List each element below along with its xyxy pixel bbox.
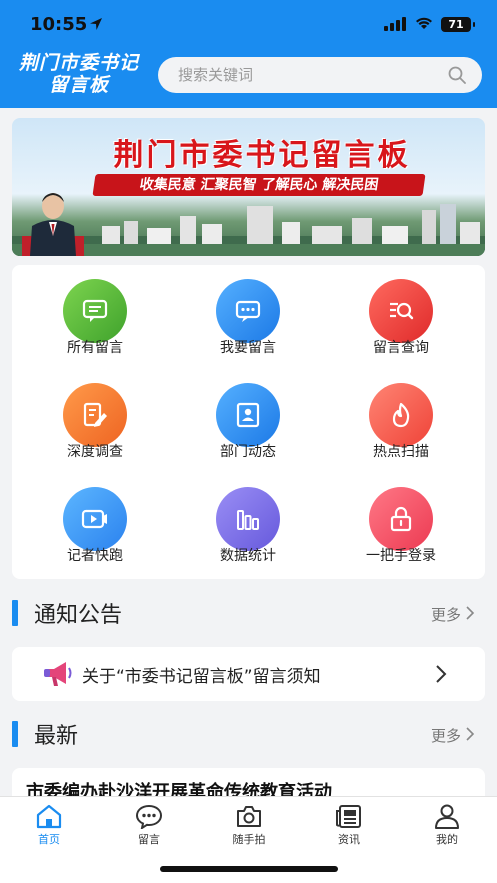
chevron-right-icon[interactable]	[465, 727, 475, 741]
grid-item-label: 记者快跑	[67, 548, 123, 564]
chat-bubble-icon	[235, 300, 261, 322]
notice-section-header: 通知公告 更多	[12, 596, 485, 630]
grid-item-label: 所有留言	[67, 340, 123, 356]
grid-item-label: 深度调查	[67, 444, 123, 460]
grid-item-message-query[interactable]: 留言查询	[326, 265, 476, 365]
status-time: 10:55	[30, 14, 88, 35]
flame-icon	[392, 402, 410, 428]
edit-pen-icon	[83, 402, 107, 427]
app-header: 10:55 71 荆门市委书记 留言板	[0, 0, 497, 108]
section-title: 最新	[34, 724, 79, 749]
megaphone-icon	[44, 662, 72, 686]
location-arrow-icon	[90, 18, 102, 30]
feature-grid: 所有留言 我要留言 留言查询 深度调查 部门动态 热点扫描 记者快跑 数据统计 …	[12, 265, 485, 579]
tab-label: 资讯	[338, 833, 360, 846]
notice-more-link[interactable]: 更多	[431, 604, 461, 625]
grid-item-statistics[interactable]: 数据统计	[173, 473, 323, 573]
message-list-icon	[82, 299, 108, 322]
search-icon[interactable]	[448, 66, 466, 84]
grid-item-department-news[interactable]: 部门动态	[173, 369, 323, 469]
lock-icon	[390, 506, 412, 532]
tab-news[interactable]: 资讯	[304, 801, 394, 846]
notice-item[interactable]: 关于“市委书记留言板”留言须知	[12, 647, 485, 701]
home-icon	[36, 804, 62, 829]
tab-label: 首页	[38, 833, 60, 846]
logo-line-1: 荆门市委书记	[18, 52, 139, 74]
grid-item-reporter-run[interactable]: 记者快跑	[20, 473, 170, 573]
tab-messages[interactable]: 留言	[104, 801, 194, 846]
promo-banner[interactable]: 荆门市委书记留言板 收集民意 汇聚民智 了解民心 解决民困	[12, 118, 485, 256]
tab-snapshot[interactable]: 随手拍	[204, 801, 294, 846]
grid-item-label: 热点扫描	[373, 444, 429, 460]
camera-icon	[237, 806, 261, 827]
grid-item-leader-login[interactable]: 一把手登录	[326, 473, 476, 573]
grid-item-hotspot-scan[interactable]: 热点扫描	[326, 369, 476, 469]
tab-label: 随手拍	[232, 833, 266, 846]
official-portrait-image	[22, 193, 84, 256]
tab-label: 我的	[436, 833, 458, 846]
grid-item-label: 我要留言	[220, 340, 276, 356]
notice-text: 关于“市委书记留言板”留言须知	[82, 667, 321, 687]
comment-icon	[135, 804, 163, 829]
search-bar[interactable]	[158, 57, 482, 93]
grid-item-label: 部门动态	[220, 444, 276, 460]
user-icon	[435, 804, 459, 829]
grid-item-label: 一把手登录	[366, 548, 436, 564]
grid-item-post-message[interactable]: 我要留言	[173, 265, 323, 365]
logo-line-2: 留言板	[48, 74, 109, 96]
search-list-icon	[390, 302, 414, 320]
tab-home[interactable]: 首页	[4, 801, 94, 846]
latest-section-header: 最新 更多	[12, 717, 485, 751]
news-icon	[336, 805, 361, 828]
grid-item-investigation[interactable]: 深度调查	[20, 369, 170, 469]
chevron-right-icon[interactable]	[465, 606, 475, 620]
department-card-icon	[236, 402, 260, 428]
banner-slogan: 收集民意 汇聚民智 了解民心 解决民困	[92, 174, 426, 196]
app-logo: 荆门市委书记 留言板	[12, 52, 146, 100]
latest-more-link[interactable]: 更多	[431, 725, 461, 746]
wifi-icon	[416, 17, 432, 29]
tab-profile[interactable]: 我的	[402, 801, 492, 846]
battery-indicator: 71	[441, 17, 475, 32]
grid-item-label: 留言查询	[373, 340, 429, 356]
home-indicator	[160, 866, 338, 872]
grid-item-all-messages[interactable]: 所有留言	[20, 265, 170, 365]
section-accent-bar	[12, 600, 18, 626]
banner-title: 荆门市委书记留言板	[113, 138, 411, 173]
grid-item-label: 数据统计	[220, 548, 276, 564]
cellular-signal-icon	[384, 17, 406, 31]
bar-chart-icon	[237, 510, 259, 530]
status-bar: 10:55 71	[0, 0, 497, 50]
section-title: 通知公告	[34, 603, 123, 628]
section-accent-bar	[12, 721, 18, 747]
chevron-right-icon[interactable]	[435, 665, 447, 683]
video-icon	[81, 509, 107, 529]
search-input[interactable]	[178, 57, 438, 93]
tab-label: 留言	[138, 833, 160, 846]
